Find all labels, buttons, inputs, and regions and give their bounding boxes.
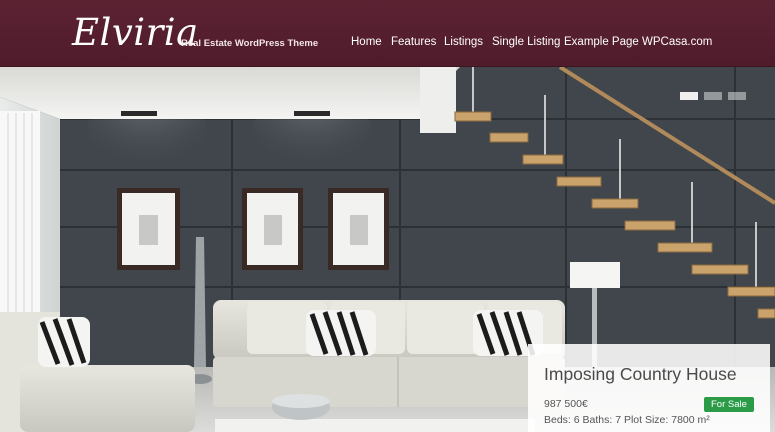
listing-details: Beds: 6 Baths: 7 Plot Size: 7800 m² (544, 414, 710, 426)
listing-title[interactable]: Imposing Country House (544, 364, 737, 385)
main-nav: Home Features Listings Single Listing Ex… (0, 36, 775, 52)
nav-item-home[interactable]: Home (351, 36, 382, 48)
status-badge: For Sale (704, 397, 754, 412)
listing-caption[interactable]: Imposing Country House 987 500€ For Sale… (528, 344, 770, 432)
nav-item-single-listing[interactable]: Single Listing (492, 36, 560, 48)
slide-dot-3[interactable] (728, 92, 746, 100)
slide-dot-1[interactable] (680, 92, 698, 100)
nav-item-features[interactable]: Features (391, 36, 436, 48)
featured-slider[interactable]: Imposing Country House 987 500€ For Sale… (0, 67, 775, 432)
nav-item-listings[interactable]: Listings (444, 36, 483, 48)
listing-price: 987 500€ (544, 398, 588, 410)
nav-item-example-page[interactable]: Example Page (564, 36, 639, 48)
slide-dot-2[interactable] (704, 92, 722, 100)
site-header: Elviria Real Estate WordPress Theme Home… (0, 0, 775, 67)
nav-item-wpcasa[interactable]: WPCasa.com (642, 36, 712, 48)
